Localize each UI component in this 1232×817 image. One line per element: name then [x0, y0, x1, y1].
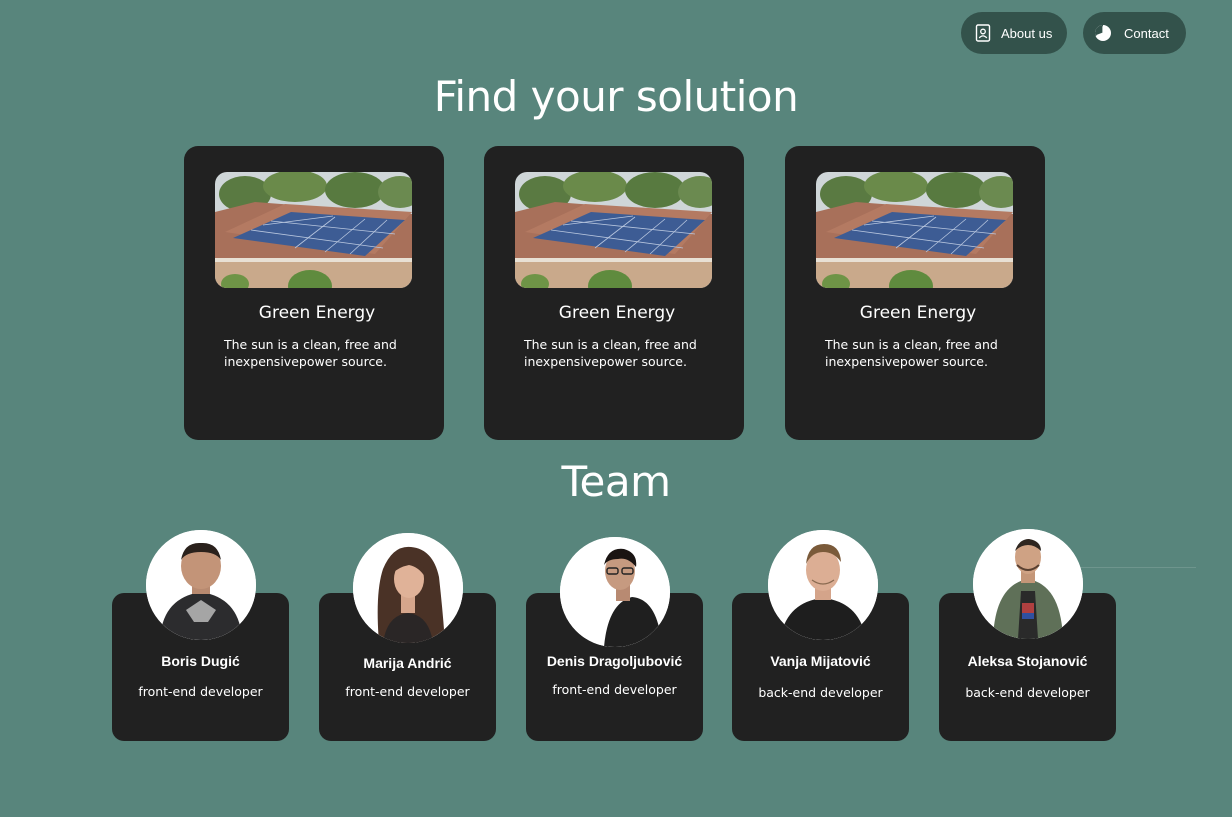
avatar [768, 530, 878, 640]
avatar [973, 529, 1083, 639]
member-name: Vanja Mijatović [770, 653, 871, 669]
solutions-title: Find your solution [433, 72, 799, 121]
solution-card-title: Green Energy [558, 303, 676, 323]
member-role: front-end developer [552, 682, 677, 697]
pie-chart-icon [1094, 24, 1112, 42]
about-us-button[interactable]: About us [961, 12, 1067, 54]
solar-panels-image [515, 172, 712, 288]
divider-line [1080, 567, 1196, 568]
avatar [560, 537, 670, 647]
solution-card-description: The sun is a clean, free and inexpensive… [524, 337, 697, 369]
avatar [353, 533, 463, 643]
solution-card-description: The sun is a clean, free and inexpensive… [825, 337, 998, 369]
member-name: Marija Andrić [363, 655, 452, 671]
solution-card[interactable]: Green Energy The sun is a clean, free an… [184, 146, 444, 440]
team-title: Team [561, 457, 671, 506]
contact-button[interactable]: Contact [1083, 12, 1186, 54]
contact-label: Contact [1124, 25, 1169, 41]
contact-card-icon [974, 24, 992, 42]
solution-card[interactable]: Green Energy The sun is a clean, free an… [484, 146, 744, 440]
avatar [146, 530, 256, 640]
solution-card-description: The sun is a clean, free and inexpensive… [224, 337, 397, 369]
solution-card-title: Green Energy [258, 303, 376, 323]
member-role: back-end developer [758, 685, 883, 700]
member-name: Boris Dugić [161, 653, 240, 669]
member-role: front-end developer [345, 684, 470, 699]
member-name: Aleksa Stojanović [967, 653, 1088, 669]
solution-card-title: Green Energy [859, 303, 977, 323]
solar-panels-image [816, 172, 1013, 288]
member-name: Denis Dragoljubović [546, 653, 683, 669]
member-role: back-end developer [965, 685, 1090, 700]
solution-card[interactable]: Green Energy The sun is a clean, free an… [785, 146, 1045, 440]
page: About us Contact Find your solution Gree… [0, 0, 1232, 817]
solar-panels-image [215, 172, 412, 288]
member-role: front-end developer [138, 684, 263, 699]
about-us-label: About us [1001, 25, 1053, 41]
